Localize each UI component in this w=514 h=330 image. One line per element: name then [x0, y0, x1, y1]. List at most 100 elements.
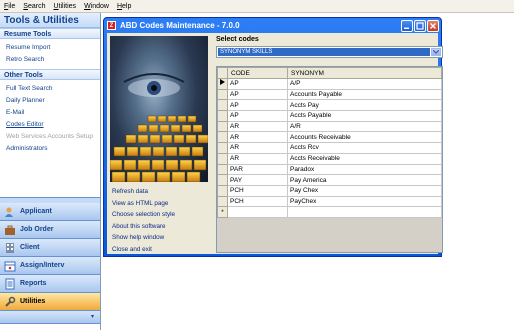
codes-dropdown[interactable]: SYNONYM SKILLS [216, 46, 443, 58]
applicant-icon [4, 206, 16, 218]
code-cell[interactable]: AP [227, 99, 288, 112]
window-titlebar[interactable]: Z ABD Codes Maintenance - 7.0.0 [104, 18, 441, 33]
synonym-cell[interactable]: Accts Rcv [287, 142, 442, 154]
codes-dropdown-value: SYNONYM SKILLS [218, 48, 430, 56]
table-row[interactable]: PAR Paradox [217, 163, 442, 176]
resume-tools-header[interactable]: Resume Tools [0, 28, 100, 39]
column-header-code[interactable]: CODE [227, 67, 288, 79]
chevron-down-icon[interactable]: ▾ [91, 314, 94, 320]
synonym-cell[interactable]: Accts Payable [287, 110, 442, 122]
synonym-cell[interactable]: A/R [287, 120, 442, 133]
synonym-cell[interactable]: Accounts Payable [287, 88, 442, 101]
nav-label: Applicant [20, 208, 52, 215]
window-controls [401, 19, 439, 32]
code-cell[interactable]: PCH [227, 184, 288, 197]
table-row[interactable]: AR Accts Receivable [217, 152, 442, 165]
row-selector[interactable] [217, 110, 228, 122]
table-row[interactable]: AR Accounts Receivable [217, 131, 442, 144]
select-codes-label: Select codes [216, 36, 259, 43]
link-full-text-search[interactable]: Full Text Search [6, 83, 100, 95]
row-selector[interactable] [217, 120, 228, 133]
code-cell[interactable]: AR [227, 120, 288, 133]
code-cell[interactable]: AR [227, 131, 288, 144]
link-administrators[interactable]: Administrators [6, 143, 100, 155]
refresh-data-link[interactable]: Refresh data [112, 186, 175, 198]
code-cell[interactable]: AP [227, 78, 288, 90]
row-selector[interactable] [217, 99, 228, 112]
menu-help[interactable]: Help [117, 3, 131, 10]
dropdown-arrow-button[interactable] [431, 48, 441, 56]
code-cell[interactable]: PAY [227, 174, 288, 186]
about-link[interactable]: About this software [112, 221, 175, 233]
table-row[interactable]: AR Accts Rcv [217, 142, 442, 154]
nav-assign-interv[interactable]: Assign/Interv [0, 257, 100, 275]
table-row[interactable]: AP Accts Payable [217, 110, 442, 122]
table-row[interactable]: AP Accounts Payable [217, 88, 442, 101]
row-selector[interactable] [217, 131, 228, 144]
nav-applicant[interactable]: Applicant [0, 203, 100, 221]
menu-file[interactable]: File [4, 3, 15, 10]
new-row[interactable]: * [217, 206, 442, 218]
grid-body: AP A/P AP Accounts Payable AP Accts Pay AP Acct… [217, 78, 442, 218]
choose-style-link[interactable]: Choose selection style [112, 209, 175, 221]
synonym-cell[interactable]: Accts Pay [287, 99, 442, 112]
table-row[interactable]: PAY Pay America [217, 174, 442, 186]
table-row[interactable]: AP A/P [217, 78, 442, 90]
table-row[interactable]: AP Accts Pay [217, 99, 442, 112]
synonym-cell[interactable]: Pay America [287, 174, 442, 186]
client-icon [4, 242, 16, 254]
row-selector[interactable] [217, 142, 228, 154]
link-resume-import[interactable]: Resume Import [6, 42, 100, 54]
row-selector[interactable] [217, 163, 228, 176]
table-row[interactable]: PCH PayChex [217, 195, 442, 208]
maximize-icon [416, 21, 424, 30]
other-tools-header[interactable]: Other Tools [0, 69, 100, 80]
synonym-cell[interactable]: A/P [287, 78, 442, 90]
column-header-synonym[interactable]: SYNONYM [287, 67, 442, 79]
nav-reports[interactable]: Reports [0, 275, 100, 293]
close-exit-link[interactable]: Close and exit [112, 244, 175, 256]
job-order-icon [4, 224, 16, 236]
new-row-cell[interactable] [287, 206, 442, 218]
current-row-indicator[interactable] [217, 78, 228, 90]
maximize-button[interactable] [414, 19, 426, 32]
code-cell[interactable]: AR [227, 142, 288, 154]
link-retro-search[interactable]: Retro Search [6, 54, 100, 66]
nav-utilities[interactable]: Utilities [0, 293, 100, 311]
table-row[interactable]: PCH Pay Chex [217, 184, 442, 197]
code-cell[interactable]: PAR [227, 163, 288, 176]
menu-bar: File Search Utilities Window Help [0, 0, 514, 13]
synonym-cell[interactable]: Paradox [287, 163, 442, 176]
window-client-area: Refresh data View as HTML page Choose se… [107, 33, 443, 256]
code-cell[interactable]: PCH [227, 195, 288, 208]
help-window-link[interactable]: Show help window [112, 232, 175, 244]
row-selector[interactable] [217, 152, 228, 165]
code-cell[interactable]: AR [227, 152, 288, 165]
link-daily-planner[interactable]: Daily Planner [6, 95, 100, 107]
menu-search[interactable]: Search [23, 3, 45, 10]
menu-utilities[interactable]: Utilities [53, 3, 76, 10]
code-cell[interactable]: AP [227, 88, 288, 101]
synonym-cell[interactable]: Accounts Receivable [287, 131, 442, 144]
code-cell[interactable]: AP [227, 110, 288, 122]
minimize-button[interactable] [401, 19, 413, 32]
nav-label: Reports [20, 280, 47, 287]
link-email[interactable]: E-Mail [6, 107, 100, 119]
synonym-cell[interactable]: PayChex [287, 195, 442, 208]
row-selector[interactable] [217, 184, 228, 197]
view-html-link[interactable]: View as HTML page [112, 198, 175, 210]
table-row[interactable]: AR A/R [217, 120, 442, 133]
new-row-cell[interactable] [227, 206, 288, 218]
row-selector[interactable] [217, 88, 228, 101]
nav-footer[interactable]: ▾ [0, 311, 100, 324]
synonym-cell[interactable]: Pay Chex [287, 184, 442, 197]
nav-client[interactable]: Client [0, 239, 100, 257]
menu-window[interactable]: Window [84, 3, 109, 10]
synonym-cell[interactable]: Accts Receivable [287, 152, 442, 165]
close-button[interactable] [427, 19, 439, 32]
link-codes-editor[interactable]: Codes Editor [6, 119, 100, 131]
row-selector[interactable] [217, 174, 228, 186]
row-selector[interactable] [217, 195, 228, 208]
other-tools-list: Full Text Search Daily Planner E-Mail Co… [0, 80, 100, 158]
nav-job-order[interactable]: Job Order [0, 221, 100, 239]
